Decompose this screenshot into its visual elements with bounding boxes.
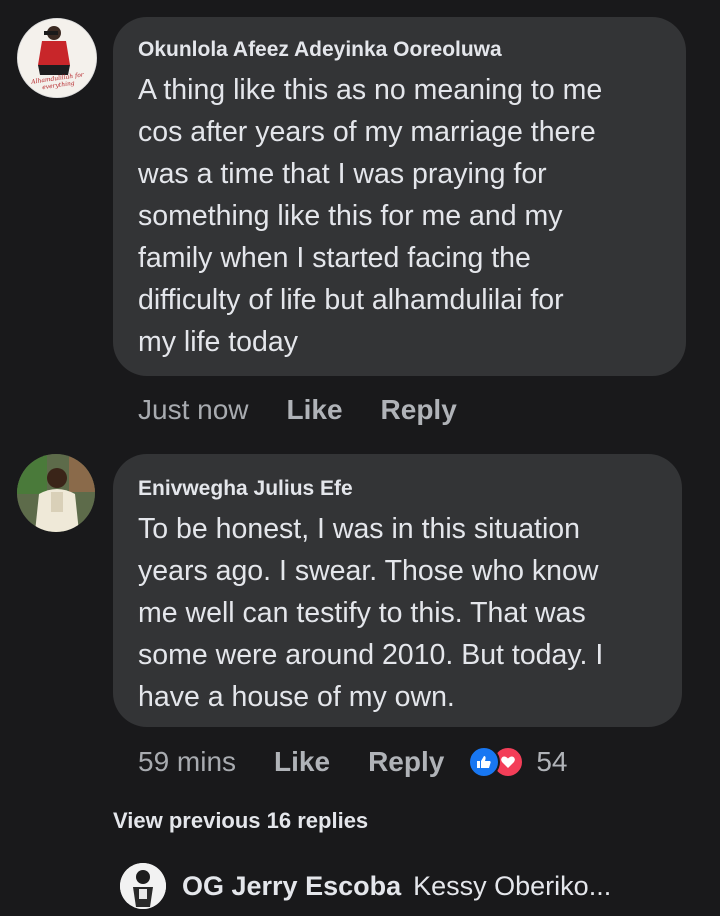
comment-bubble[interactable]: Enivwegha Julius Efe To be honest, I was… [113, 454, 682, 727]
like-button[interactable]: Like [274, 746, 330, 778]
reply-author[interactable]: OG Jerry Escoba [182, 871, 401, 902]
reply-preview-text: Kessy Oberiko... [413, 870, 612, 901]
latest-reply-preview[interactable]: OG Jerry Escoba Kessy Oberiko... [120, 860, 720, 912]
avatar[interactable] [17, 454, 95, 532]
comment-line: some were around 2010. But today. I [138, 639, 604, 671]
avatar-photo-icon [17, 454, 95, 532]
comment-line: difficulty of life but alhamdulilai for [138, 284, 564, 316]
comment-line: something like this for me and my [138, 200, 563, 232]
avatar[interactable] [120, 863, 166, 909]
comment-actions: Just now Like Reply [138, 390, 457, 430]
comment-line: To be honest, I was in this situation [138, 513, 581, 545]
comment-line: was a time that I was praying for [138, 158, 547, 190]
comment-line: cos after years of my marriage there [138, 116, 596, 148]
comment-line: my life today [138, 326, 298, 358]
reply-button[interactable]: Reply [381, 394, 457, 426]
reactions[interactable] [468, 746, 525, 778]
reaction-count[interactable]: 54 [536, 746, 567, 778]
comment-text: To be honest, I was in this situation ye… [138, 508, 658, 718]
comment-timestamp[interactable]: 59 mins [138, 746, 236, 778]
view-previous-replies-link[interactable]: View previous 16 replies [113, 808, 368, 834]
comment-line: have a house of my own. [138, 681, 455, 713]
comment-line: family when I started facing the [138, 242, 531, 274]
comment-bubble[interactable]: Okunlola Afeez Adeyinka Ooreoluwa A thin… [113, 17, 686, 376]
comment-actions: 59 mins Like Reply 54 [138, 742, 567, 782]
comment-line: years ago. I swear. Those who know [138, 555, 599, 587]
comment-author[interactable]: Okunlola Afeez Adeyinka Ooreoluwa [138, 37, 662, 63]
comment-author[interactable]: Enivwegha Julius Efe [138, 476, 658, 502]
comment-text: A thing like this as no meaning to me co… [138, 69, 662, 363]
comment-line: me well can testify to this. That was [138, 597, 586, 629]
avatar-photo-icon [120, 863, 166, 909]
like-button[interactable]: Like [287, 394, 343, 426]
comment-line: A thing like this as no meaning to me [138, 74, 603, 106]
like-icon [468, 746, 501, 778]
comment-timestamp[interactable]: Just now [138, 394, 249, 426]
reply-button[interactable]: Reply [368, 746, 444, 778]
avatar[interactable]: Alhamdulillah for everything [17, 18, 97, 98]
